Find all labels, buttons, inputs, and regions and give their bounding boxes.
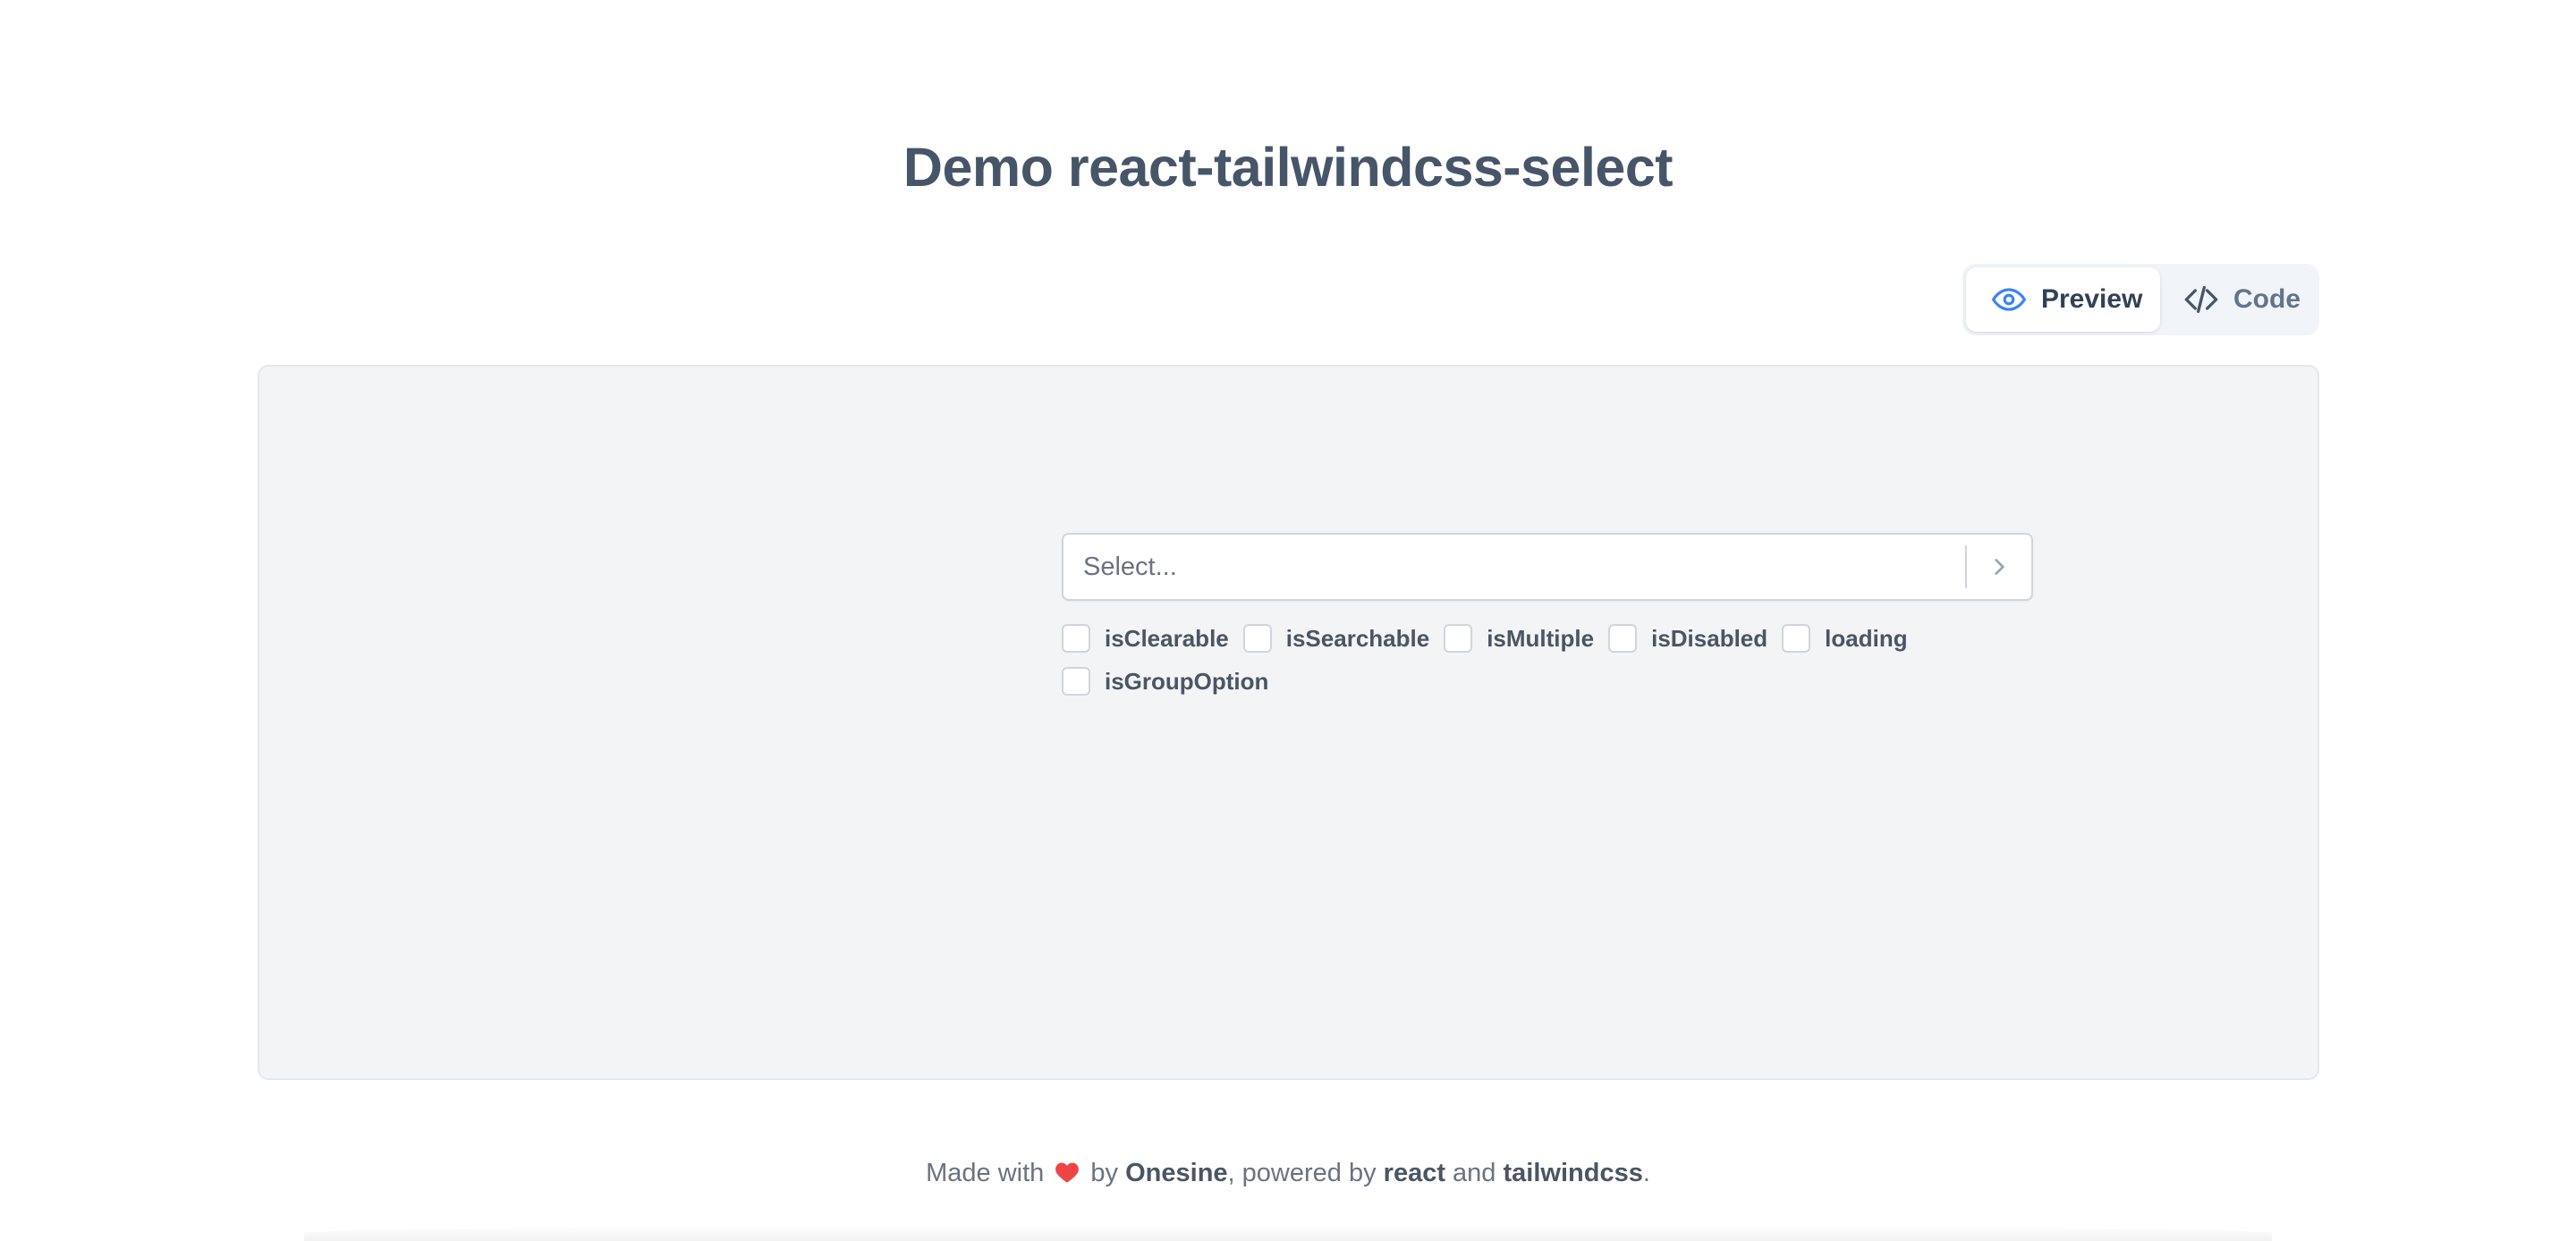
- is-group-option-label: isGroupOption: [1105, 667, 1269, 695]
- tab-code[interactable]: Code: [2160, 267, 2316, 332]
- option-loading[interactable]: loading: [1782, 624, 1908, 653]
- tab-preview-label: Preview: [2041, 284, 2143, 314]
- is-searchable-label: isSearchable: [1285, 624, 1430, 652]
- footer-author-link[interactable]: Onesine: [1125, 1159, 1227, 1187]
- is-clearable-checkbox[interactable]: [1062, 624, 1090, 653]
- footer-powered-by: , powered by: [1227, 1159, 1377, 1187]
- option-is-multiple[interactable]: isMultiple: [1444, 624, 1594, 653]
- footer: Made with by Onesine, powered by react a…: [0, 1159, 2576, 1191]
- footer-react-link[interactable]: react: [1384, 1159, 1445, 1187]
- is-group-option-checkbox[interactable]: [1062, 667, 1090, 696]
- chevron-right-icon[interactable]: [1967, 535, 2031, 599]
- eye-icon: [1991, 282, 2027, 317]
- tab-preview[interactable]: Preview: [1966, 267, 2160, 332]
- option-is-group-option[interactable]: isGroupOption: [1062, 667, 1268, 696]
- is-clearable-label: isClearable: [1105, 624, 1229, 652]
- heart-icon: [1055, 1161, 1080, 1191]
- is-multiple-label: isMultiple: [1487, 624, 1595, 652]
- footer-made-with: Made with: [926, 1159, 1045, 1187]
- footer-tailwindcss-link[interactable]: tailwindcss: [1504, 1159, 1643, 1187]
- option-is-disabled[interactable]: isDisabled: [1608, 624, 1767, 653]
- loading-label: loading: [1825, 624, 1908, 652]
- footer-by: by: [1090, 1159, 1119, 1187]
- page: Demo react-tailwindcss-select Preview Co…: [0, 0, 2576, 1241]
- bottom-shadow: [304, 1225, 2272, 1241]
- footer-and: and: [1453, 1159, 1496, 1187]
- is-multiple-checkbox[interactable]: [1444, 624, 1473, 653]
- tab-code-label: Code: [2233, 284, 2301, 314]
- is-disabled-checkbox[interactable]: [1608, 624, 1638, 653]
- options-row-2: isGroupOption: [1062, 660, 2033, 703]
- loading-checkbox[interactable]: [1782, 624, 1811, 653]
- option-is-clearable[interactable]: isClearable: [1062, 624, 1229, 653]
- options-row-1: isClearable isSearchable isMultiple isDi…: [1062, 617, 2033, 660]
- page-title: Demo react-tailwindcss-select: [902, 137, 1674, 198]
- is-searchable-checkbox[interactable]: [1242, 624, 1272, 653]
- select-options: isClearable isSearchable isMultiple isDi…: [1062, 617, 2033, 703]
- view-tabs: Preview Code: [1962, 264, 2319, 335]
- is-disabled-label: isDisabled: [1651, 624, 1768, 652]
- select-input[interactable]: Select...: [1062, 533, 2033, 601]
- code-icon: [2183, 282, 2219, 317]
- preview-panel: Select... isClearable isSearchable isMul…: [258, 365, 2319, 1080]
- option-is-searchable[interactable]: isSearchable: [1242, 624, 1430, 653]
- footer-end: .: [1642, 1159, 1650, 1187]
- select-placeholder: Select...: [1083, 552, 1177, 581]
